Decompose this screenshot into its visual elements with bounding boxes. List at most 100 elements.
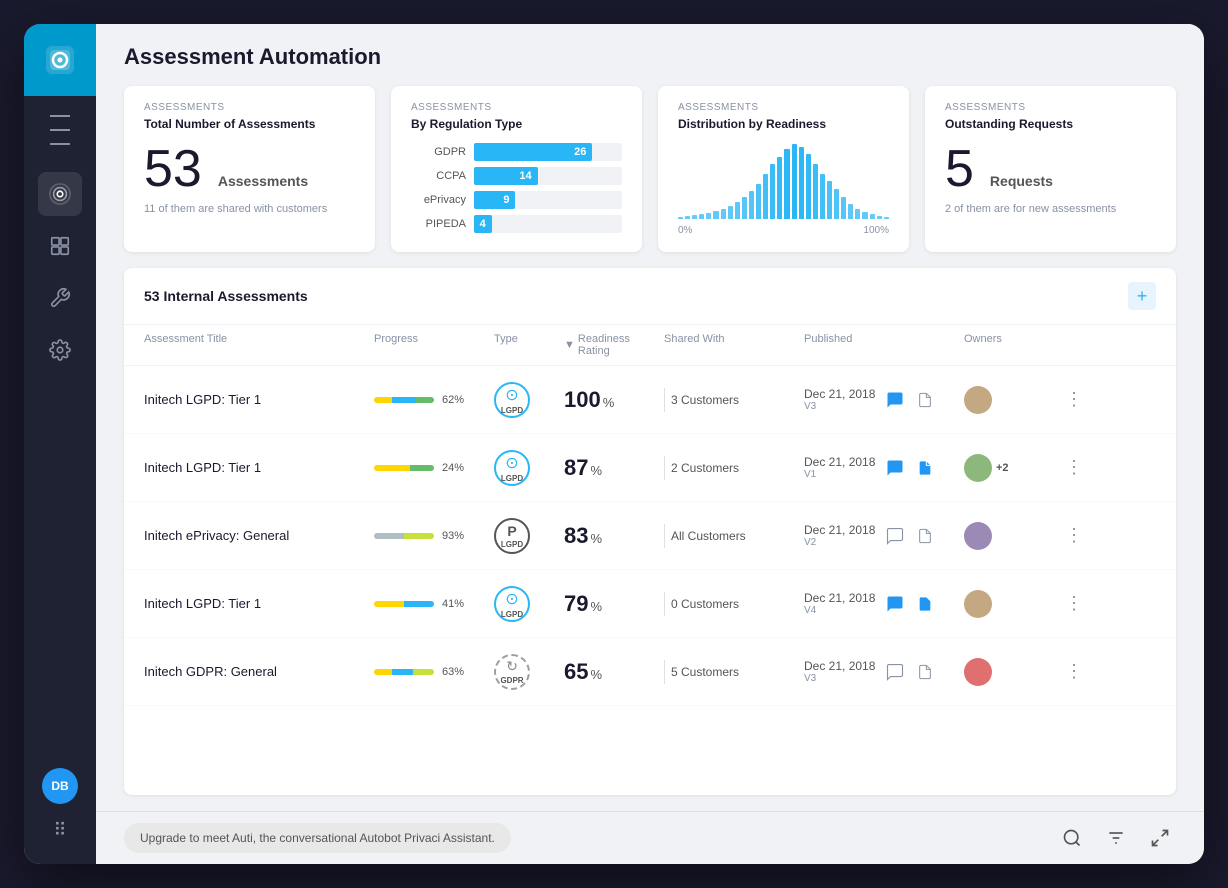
readiness-cell-0: 100 %: [564, 387, 664, 413]
page-title: Assessment Automation: [124, 44, 1176, 70]
menu-toggle[interactable]: [42, 112, 78, 148]
stat-unit-0: Assessments: [218, 173, 308, 189]
chat-icon-3[interactable]: [883, 592, 907, 616]
stat-card-distribution: Assessments Distribution by Readiness 0%…: [658, 86, 909, 252]
regulation-bar-chart: GDPR 26 CCPA 14 ePrivacy: [411, 143, 622, 233]
progress-cell-2: 93%: [374, 530, 494, 542]
progress-cell-0: 62%: [374, 394, 494, 406]
col-shared-with: Shared With: [664, 333, 804, 357]
progress-cell-4: 63%: [374, 666, 494, 678]
type-cell-4: ↻ GDPR: [494, 654, 564, 690]
stat-card-regulation: Assessments By Regulation Type GDPR 26 C…: [391, 86, 642, 252]
stat-card-total: Assessments Total Number of Assessments …: [124, 86, 375, 252]
row-more-2[interactable]: ⋮: [1044, 525, 1104, 546]
col-assessment-title: Assessment Title: [144, 333, 374, 357]
chat-icon-1[interactable]: [883, 456, 907, 480]
table-row: Initech LGPD: Tier 1 41% ⊙: [124, 570, 1176, 638]
stat-label-3: Assessments: [945, 102, 1156, 113]
add-assessment-button[interactable]: +: [1128, 282, 1156, 310]
type-cell-3: ⊙ LGPD: [494, 586, 564, 622]
chat-icon-4[interactable]: [883, 660, 907, 684]
shared-cell-4: 5 Customers: [664, 660, 804, 684]
doc-icon-4[interactable]: [913, 660, 937, 684]
stat-label-2: Assessments: [678, 102, 889, 113]
row-more-1[interactable]: ⋮: [1044, 457, 1104, 478]
chat-icon-2[interactable]: [883, 524, 907, 548]
nav-radio-icon[interactable]: [38, 172, 82, 216]
progress-cell-1: 24%: [374, 462, 494, 474]
owners-cell-4: [964, 658, 1044, 686]
table-header: 53 Internal Assessments +: [124, 268, 1176, 325]
col-type: Type: [494, 333, 564, 357]
published-cell-1: Dec 21, 2018 V1: [804, 455, 964, 480]
col-actions: [1044, 333, 1104, 357]
row-title-4: Initech GDPR: General: [144, 664, 374, 679]
search-button[interactable]: [1056, 822, 1088, 854]
stats-row: Assessments Total Number of Assessments …: [96, 86, 1204, 268]
nav-grid-icon[interactable]: [38, 224, 82, 268]
owners-cell-1: +2: [964, 454, 1044, 482]
bottom-actions: [1056, 822, 1176, 854]
filter-button[interactable]: [1100, 822, 1132, 854]
stat-big-number-3: 5: [945, 143, 974, 195]
col-readiness[interactable]: ▼ ReadinessRating: [564, 333, 664, 357]
stat-sub-0: 11 of them are shared with customers: [144, 203, 355, 215]
bottom-bar: Upgrade to meet Auti, the conversational…: [96, 811, 1204, 864]
col-progress: Progress: [374, 333, 494, 357]
type-cell-0: ⊙ LGPD: [494, 382, 564, 418]
bar-row-eprivacy: ePrivacy 9: [411, 191, 622, 209]
owners-cell-3: [964, 590, 1044, 618]
doc-icon-2[interactable]: [913, 524, 937, 548]
shared-cell-3: 0 Customers: [664, 592, 804, 616]
table-row: Initech LGPD: Tier 1 62%: [124, 366, 1176, 434]
readiness-cell-2: 83 %: [564, 523, 664, 549]
user-avatar[interactable]: DB: [42, 768, 78, 804]
row-more-4[interactable]: ⋮: [1044, 661, 1104, 682]
type-cell-1: ⊙ LGPD: [494, 450, 564, 486]
bar-row-pipeda: PIPEDA 4: [411, 215, 622, 233]
table-row: Initech ePrivacy: General 93% P: [124, 502, 1176, 570]
owners-cell-0: [964, 386, 1044, 414]
doc-icon-0[interactable]: [913, 388, 937, 412]
bar-row-ccpa: CCPA 14: [411, 167, 622, 185]
shared-cell-1: 2 Customers: [664, 456, 804, 480]
shared-cell-0: 3 Customers: [664, 388, 804, 412]
table-title: 53 Internal Assessments: [144, 288, 308, 304]
nav-items: [38, 164, 82, 768]
logo: [24, 24, 96, 96]
row-title-2: Initech ePrivacy: General: [144, 528, 374, 543]
stat-title-0: Total Number of Assessments: [144, 117, 355, 131]
stat-label-0: Assessments: [144, 102, 355, 113]
shared-cell-2: All Customers: [664, 524, 804, 548]
apps-icon[interactable]: ⠿: [42, 812, 78, 848]
row-title-1: Initech LGPD: Tier 1: [144, 460, 374, 475]
progress-cell-3: 41%: [374, 598, 494, 610]
stat-unit-3: Requests: [990, 173, 1053, 189]
stat-sub-3: 2 of them are for new assessments: [945, 203, 1156, 215]
chat-upgrade-bubble[interactable]: Upgrade to meet Auti, the conversational…: [124, 823, 511, 853]
row-more-0[interactable]: ⋮: [1044, 389, 1104, 410]
doc-icon-1[interactable]: [913, 456, 937, 480]
row-more-3[interactable]: ⋮: [1044, 593, 1104, 614]
published-cell-2: Dec 21, 2018 V2: [804, 523, 964, 548]
published-cell-4: Dec 21, 2018 V3: [804, 659, 964, 684]
nav-wrench-icon[interactable]: [38, 276, 82, 320]
expand-button[interactable]: [1144, 822, 1176, 854]
chat-icon-0[interactable]: [883, 388, 907, 412]
stat-title-3: Outstanding Requests: [945, 117, 1156, 131]
type-cell-2: P LGPD: [494, 518, 564, 554]
assessments-table: 53 Internal Assessments + Assessment Tit…: [124, 268, 1176, 795]
sidebar-bottom: DB ⠿: [42, 768, 78, 864]
published-cell-3: Dec 21, 2018 V4: [804, 591, 964, 616]
main-content: Assessment Automation Assessments Total …: [96, 24, 1204, 864]
doc-icon-3[interactable]: [913, 592, 937, 616]
table-row: Initech GDPR: General 63%: [124, 638, 1176, 706]
nav-gear-icon[interactable]: [38, 328, 82, 372]
table-body: Initech LGPD: Tier 1 62%: [124, 366, 1176, 795]
distribution-axis: 0% 100%: [678, 225, 889, 236]
col-published: Published: [804, 333, 964, 357]
readiness-cell-1: 87 %: [564, 455, 664, 481]
sidebar: DB ⠿: [24, 24, 96, 864]
row-title-0: Initech LGPD: Tier 1: [144, 392, 374, 407]
readiness-cell-3: 79 %: [564, 591, 664, 617]
